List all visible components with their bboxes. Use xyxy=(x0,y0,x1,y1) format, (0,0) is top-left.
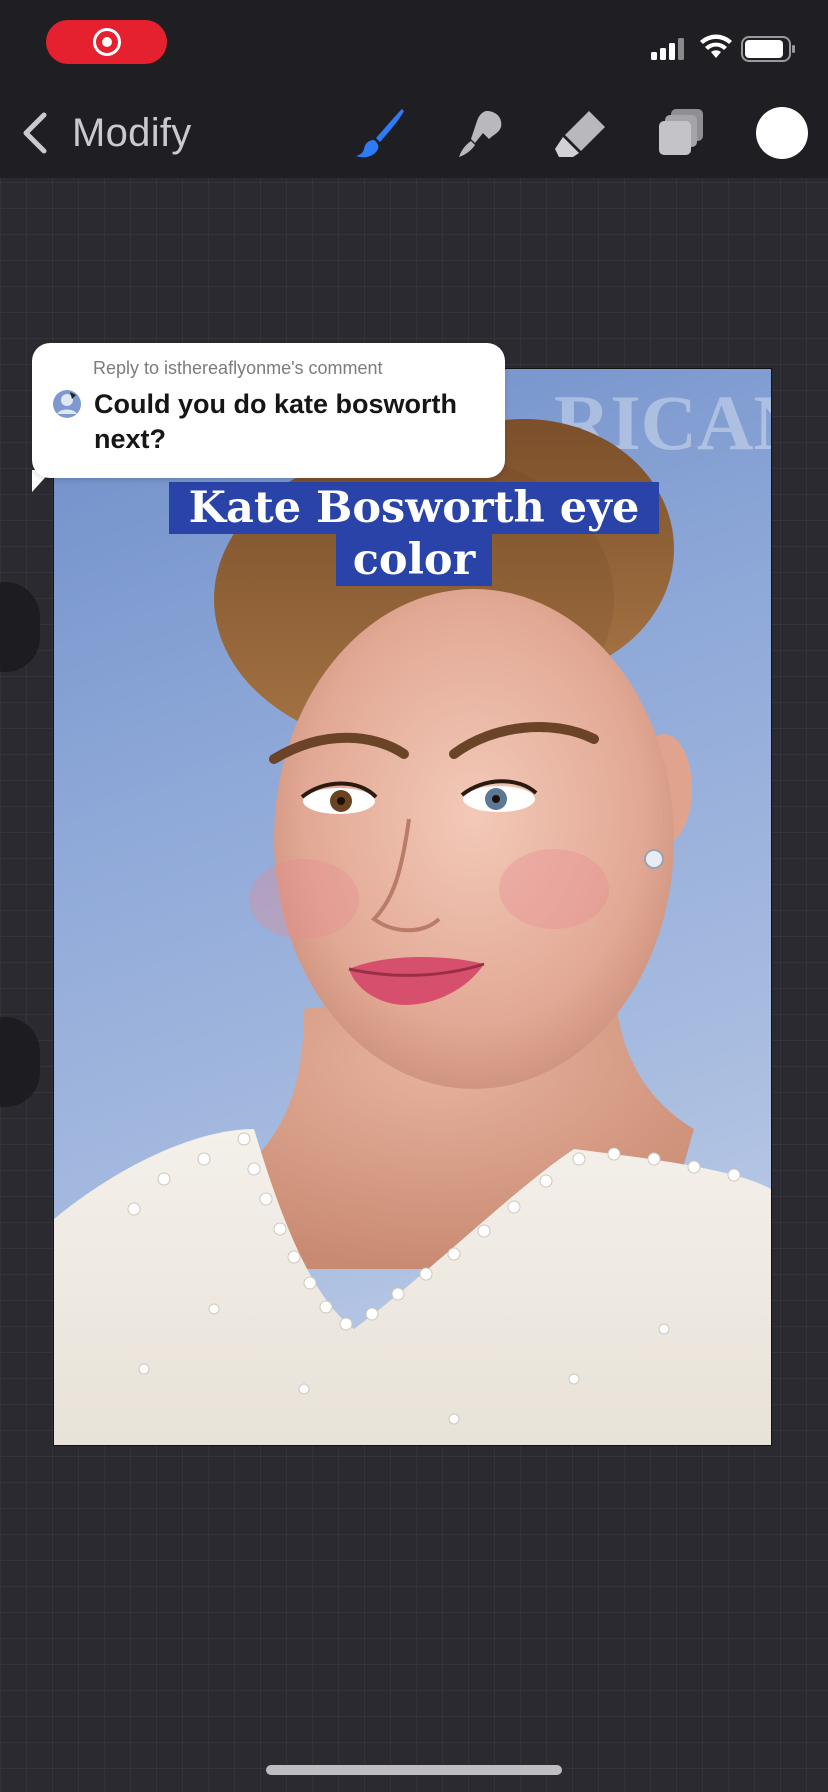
video-caption: Kate Bosworth eye color xyxy=(0,482,828,586)
caption-line-1: Kate Bosworth eye xyxy=(168,482,660,534)
smudge-icon xyxy=(459,111,502,157)
wifi-icon xyxy=(700,34,732,58)
reply-comment-text: Could you do kate bosworth next? xyxy=(94,389,457,454)
reply-comment-bubble[interactable]: Reply to isthereaflyonme's comment Could… xyxy=(32,343,505,478)
screen-recording-indicator[interactable] xyxy=(46,20,167,64)
avatar-icon xyxy=(53,390,81,418)
eraser-tool-button[interactable] xyxy=(553,105,609,161)
cellular-signal-icon xyxy=(651,38,684,60)
battery-icon xyxy=(741,36,795,62)
brush-tool-button[interactable] xyxy=(352,105,408,161)
reply-header: Reply to isthereaflyonme's comment xyxy=(93,358,383,378)
modify-label: Modify xyxy=(72,110,192,155)
brush-icon xyxy=(356,109,404,158)
procreate-screen: Modify RICA Kate Bosworth eye color Repl… xyxy=(0,0,828,1792)
home-indicator[interactable] xyxy=(266,1765,562,1775)
layers-button[interactable] xyxy=(653,105,709,161)
eraser-icon xyxy=(555,111,605,157)
chevron-left-icon xyxy=(23,112,47,154)
brush-size-slider-handle[interactable] xyxy=(0,582,40,672)
color-picker-button[interactable] xyxy=(756,107,808,159)
opacity-slider-handle[interactable] xyxy=(0,1017,40,1107)
modify-back-button[interactable]: Modify xyxy=(20,108,192,158)
layers-icon xyxy=(659,109,703,155)
caption-line-2: color xyxy=(335,534,493,586)
procreate-toolbar: Modify xyxy=(0,90,828,178)
record-icon xyxy=(92,28,121,56)
status-bar xyxy=(0,0,828,90)
smudge-tool-button[interactable] xyxy=(453,105,509,161)
